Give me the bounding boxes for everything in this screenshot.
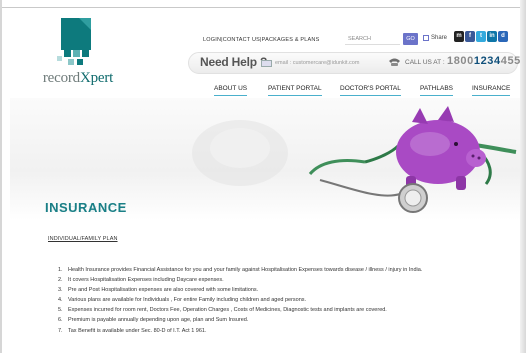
page-title-reflection: INSURANCE <box>45 204 127 213</box>
list-item-text: Premium is payable annually depending up… <box>68 317 249 324</box>
packages-plans-link[interactable]: PACKAGES & PLANS <box>262 37 320 43</box>
list-item-number: 6. <box>58 317 63 324</box>
nav-doctors-portal[interactable]: DOCTOR'S PORTAL <box>340 85 401 96</box>
list-item: 2. It covers Hospitalisation Expenses inc… <box>58 275 513 285</box>
phone-number-highlight: 1234 <box>473 55 501 67</box>
phone-number-part: 1800 <box>447 55 474 67</box>
list-item-number: 5. <box>58 307 63 314</box>
list-item-text: Health Insurance provides Financial Assi… <box>68 267 423 273</box>
piggy-bank-stethoscope-image <box>308 106 517 213</box>
list-item: 3. Pre and Post Hospitalisation expenses … <box>58 285 513 295</box>
phone-icon <box>389 58 400 66</box>
call-us-label: CALL US AT : <box>405 59 445 66</box>
page: recordXpert LOGIN | CONTACT US | PACKAGE… <box>0 0 526 353</box>
list-item: 5. Expenses incurred for room rent, Docto… <box>58 305 513 315</box>
myspace-icon[interactable]: m <box>454 31 464 42</box>
list-item-number: 7. <box>58 327 63 334</box>
search-placeholder: SEARCH <box>348 36 371 42</box>
logo-wordmark: recordXpert <box>42 70 114 86</box>
logo-mark-icon <box>57 18 91 65</box>
list-item-number: 3. <box>58 287 63 294</box>
search-go-button[interactable]: GO <box>403 33 418 45</box>
share-label: Share <box>431 35 448 41</box>
login-link[interactable]: LOGIN <box>203 37 221 43</box>
top-links: LOGIN | CONTACT US | PACKAGES & PLANS <box>203 37 319 43</box>
right-border <box>520 0 526 353</box>
need-help-heading: Need Help ? <box>200 55 268 69</box>
left-border <box>0 0 2 353</box>
contact-us-link[interactable]: CONTACT US <box>223 37 260 43</box>
nav-patient-portal[interactable]: PATIENT PORTAL <box>268 85 322 96</box>
list-item-text: Expenses incurred for room rent, Doctors… <box>68 307 387 314</box>
list-item: 4. Various plans are available for Indivi… <box>58 295 513 305</box>
delicious-icon[interactable]: d <box>498 31 508 42</box>
benefits-list: 1. Health Insurance provides Financial As… <box>58 265 513 336</box>
phone-number-part: 455 <box>500 55 521 67</box>
list-item-text: It covers Hospitalisation Expenses inclu… <box>68 277 224 284</box>
plan-subheading[interactable]: INDIVIDUAL/FAMILY PLAN <box>48 236 118 242</box>
list-item-text: Tax Benefit is available under Sec. 80-D… <box>68 327 207 334</box>
email-link[interactable]: email : customercare@idunkit.com <box>275 60 359 66</box>
top-rule <box>0 7 526 8</box>
list-item: 1. Health Insurance provides Financial As… <box>58 265 513 275</box>
mail-icon <box>261 60 272 67</box>
list-item-text: Various plans are available for Individu… <box>68 297 307 304</box>
share-checkbox-icon <box>423 35 429 41</box>
list-item: 6. Premium is payable annually depending … <box>58 315 513 325</box>
list-item-number: 4. <box>58 297 63 304</box>
list-item-text: Pre and Post Hospitalisation expenses ar… <box>68 287 259 294</box>
nav-about-us[interactable]: ABOUT US <box>214 85 248 96</box>
facebook-icon[interactable]: f <box>465 31 475 42</box>
share-button[interactable]: Share <box>423 35 447 41</box>
linkedin-icon[interactable]: in <box>487 31 497 42</box>
phone-number: 18001234455 <box>447 55 521 67</box>
list-item: 7. Tax Benefit is available under Sec. 80… <box>58 326 513 336</box>
social-icons: m f t in d <box>454 31 508 42</box>
list-item-number: 1. <box>58 267 63 273</box>
nav-pathlabs[interactable]: PATHLABS <box>420 85 453 96</box>
list-item-number: 2. <box>58 277 63 284</box>
logo[interactable]: recordXpert <box>28 14 128 94</box>
twitter-icon[interactable]: t <box>476 31 486 42</box>
nav-insurance[interactable]: INSURANCE <box>472 85 511 96</box>
